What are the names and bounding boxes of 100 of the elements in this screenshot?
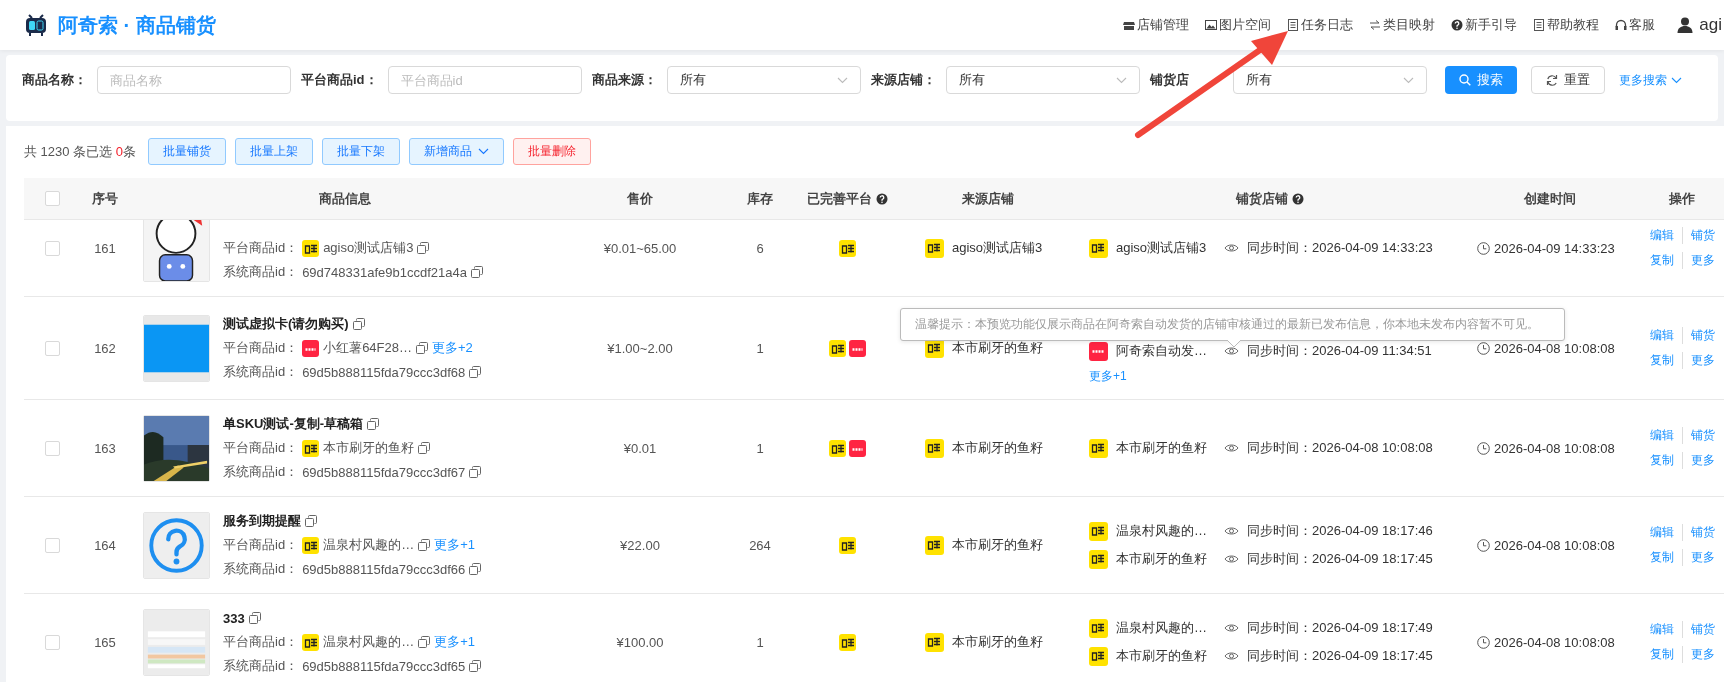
- more-link[interactable]: 更多+1: [434, 536, 475, 554]
- select-field[interactable]: 所有: [666, 66, 861, 94]
- checkbox[interactable]: [44, 240, 60, 256]
- selection-summary: 共 1230 条已选 0条: [24, 142, 136, 161]
- action-link[interactable]: 编辑: [1650, 327, 1682, 344]
- select-field[interactable]: 所有: [945, 66, 1140, 94]
- action-link[interactable]: 更多: [1682, 452, 1723, 469]
- nav-link[interactable]: 类目映射: [1369, 16, 1436, 34]
- user-name[interactable]: agi: [1699, 15, 1722, 35]
- copy-icon[interactable]: [470, 266, 483, 278]
- action-link[interactable]: 复制: [1650, 452, 1682, 469]
- eye-icon[interactable]: [1224, 623, 1239, 633]
- checkbox[interactable]: [44, 340, 60, 356]
- shop-name: 本市刷牙的鱼籽: [952, 439, 1043, 457]
- shop-name: 本市刷牙的鱼籽: [952, 339, 1043, 357]
- toolbar-button[interactable]: 批量铺货: [148, 138, 226, 165]
- eye-icon[interactable]: [1224, 243, 1239, 253]
- text-field[interactable]: 平台商品id: [387, 66, 582, 94]
- store-icon: [1123, 19, 1136, 31]
- nav-link[interactable]: 店铺管理: [1123, 16, 1190, 34]
- copy-icon[interactable]: [469, 660, 482, 672]
- toolbar-button[interactable]: 批量上架: [235, 138, 313, 165]
- copy-icon[interactable]: [418, 442, 431, 454]
- action-link[interactable]: 复制: [1650, 352, 1682, 369]
- toolbar-button[interactable]: 新增商品: [409, 138, 504, 165]
- chevron-down-icon: [1115, 76, 1127, 84]
- action-link[interactable]: 编辑: [1650, 524, 1682, 541]
- eye-icon[interactable]: [1224, 554, 1239, 564]
- chevron-down-icon: [478, 148, 489, 155]
- product-title: 服务到期提醒: [223, 512, 301, 530]
- platform-logo-icon: [1089, 438, 1108, 458]
- action-link[interactable]: 铺货: [1682, 327, 1723, 344]
- created-time: 2026-04-08 10:08:08: [1494, 440, 1615, 456]
- copy-icon[interactable]: [305, 515, 317, 527]
- action-link[interactable]: 更多: [1682, 352, 1723, 369]
- price: ¥1.00~2.00: [606, 340, 674, 356]
- action-link[interactable]: 更多: [1682, 646, 1723, 663]
- product-title: 单SKU测试-复制-草稿箱: [223, 415, 364, 433]
- platform-logo-icon: [839, 633, 856, 651]
- copy-icon[interactable]: [469, 366, 482, 378]
- more-link[interactable]: 更多+2: [432, 339, 473, 357]
- shop-name: 本市刷牙的鱼籽: [1116, 439, 1208, 457]
- nav-link[interactable]: 图片空间: [1205, 16, 1272, 34]
- product-id: 69d5b888115fda79ccc3df68: [302, 364, 466, 380]
- column-header: 已完善平台: [807, 189, 872, 208]
- nav-link[interactable]: 新手引导: [1451, 16, 1518, 34]
- nav-link[interactable]: 客服: [1615, 16, 1656, 34]
- action-link[interactable]: 复制: [1650, 549, 1682, 566]
- eye-icon[interactable]: [1224, 346, 1239, 356]
- checkbox[interactable]: [44, 634, 60, 650]
- more-link[interactable]: 更多+1: [434, 633, 475, 651]
- action-link[interactable]: 编辑: [1650, 227, 1682, 244]
- copy-icon[interactable]: [248, 612, 261, 624]
- copy-icon[interactable]: [367, 418, 380, 430]
- price: ¥0.01~65.00: [602, 240, 678, 256]
- platform-logo-icon: [829, 339, 846, 357]
- column-header: 来源店铺: [961, 189, 1014, 208]
- copy-icon[interactable]: [418, 539, 431, 551]
- copy-icon[interactable]: [469, 466, 482, 478]
- eye-icon[interactable]: [1224, 651, 1239, 661]
- platform-logo-icon: [302, 536, 320, 554]
- copy-icon[interactable]: [416, 342, 428, 354]
- select-field[interactable]: 所有: [1232, 66, 1427, 94]
- platform-logo-icon: [1089, 646, 1108, 666]
- action-link[interactable]: 更多: [1682, 549, 1723, 566]
- checkbox[interactable]: [44, 537, 60, 553]
- reset-button[interactable]: 重置: [1530, 66, 1605, 94]
- clock-icon: [1477, 635, 1490, 649]
- copy-icon[interactable]: [469, 563, 482, 575]
- shop-name: 本市刷牙的鱼籽: [1116, 647, 1208, 665]
- toolbar-button[interactable]: 批量下架: [322, 138, 400, 165]
- action-link[interactable]: 编辑: [1650, 621, 1682, 638]
- eye-icon[interactable]: [1224, 526, 1239, 536]
- action-link[interactable]: 编辑: [1650, 427, 1682, 444]
- more-link[interactable]: 更多+1: [1089, 365, 1460, 387]
- copy-icon[interactable]: [417, 242, 430, 254]
- action-link[interactable]: 更多: [1682, 252, 1723, 269]
- delete-button[interactable]: 批量删除: [513, 138, 591, 165]
- action-link[interactable]: 铺货: [1682, 621, 1723, 638]
- checkbox[interactable]: [44, 191, 60, 206]
- price: ¥0.01: [622, 440, 658, 456]
- copy-icon[interactable]: [418, 636, 431, 648]
- search-button[interactable]: 搜索: [1444, 66, 1517, 94]
- text-field[interactable]: 商品名称: [97, 66, 291, 94]
- more-search-link[interactable]: 更多搜索: [1618, 71, 1682, 89]
- action-link[interactable]: 复制: [1650, 252, 1682, 269]
- copy-icon[interactable]: [352, 318, 365, 330]
- action-link[interactable]: 铺货: [1682, 227, 1723, 244]
- nav-link[interactable]: 帮助教程: [1533, 16, 1600, 34]
- eye-icon[interactable]: [1224, 443, 1239, 453]
- action-link[interactable]: 铺货: [1682, 427, 1723, 444]
- field-label: 商品名称：: [22, 71, 87, 89]
- shop-name: 本市刷牙的鱼籽: [323, 439, 415, 457]
- nav-link[interactable]: 任务日志: [1287, 16, 1354, 34]
- action-link[interactable]: 复制: [1650, 646, 1682, 663]
- user-icon[interactable]: [1677, 17, 1694, 33]
- shop-name: 温泉村风趣的…: [323, 536, 415, 554]
- column-header: 创建时间: [1524, 189, 1576, 208]
- action-link[interactable]: 铺货: [1682, 524, 1723, 541]
- checkbox[interactable]: [44, 440, 60, 456]
